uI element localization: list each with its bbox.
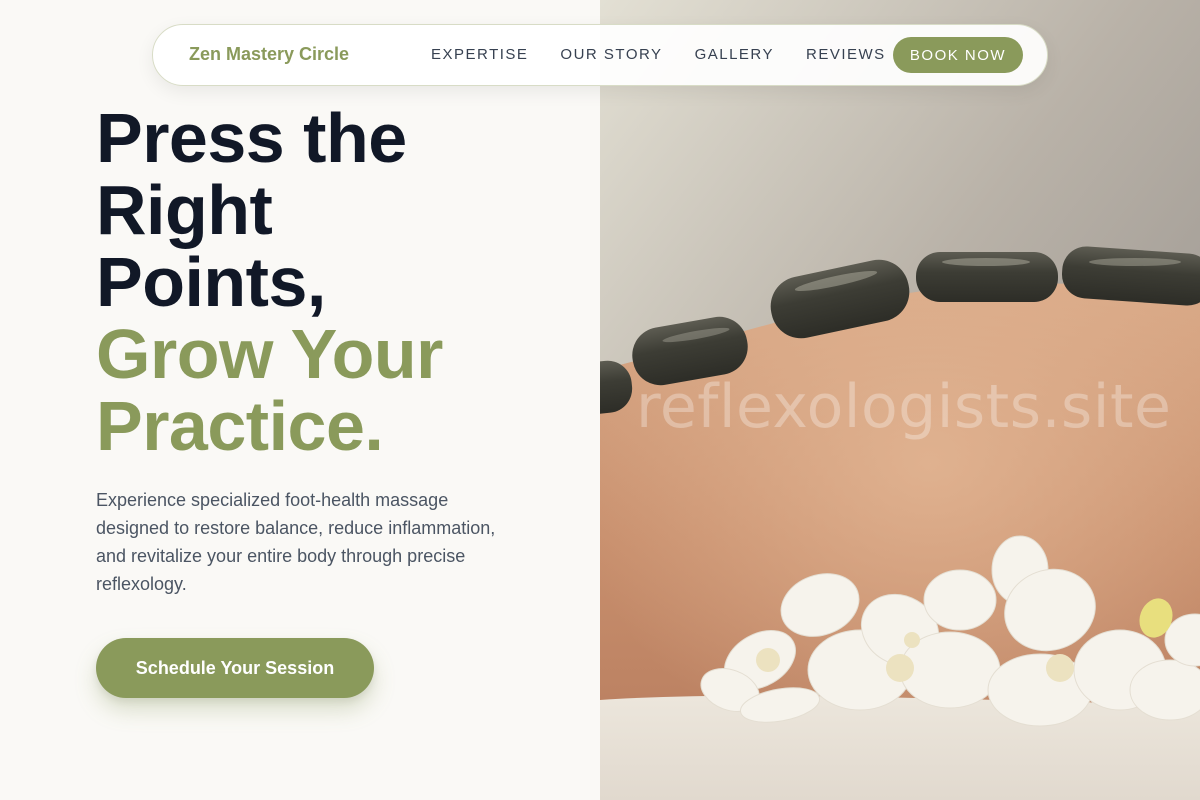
description-line: reflexology. — [96, 574, 187, 594]
hero-content: Press the Right Points, Grow Your Practi… — [0, 0, 600, 800]
description-line: and revitalize your entire body through … — [96, 546, 466, 566]
nav-link-reviews[interactable]: REVIEWS — [806, 46, 886, 63]
headline-line: Points, — [96, 243, 326, 321]
description-line: designed to restore balance, reduce infl… — [96, 518, 496, 538]
headline-line: Press the — [96, 99, 407, 177]
book-now-button[interactable]: BOOK NOW — [893, 37, 1023, 73]
hot-stone-massage-photo — [600, 0, 1200, 800]
hero-headline: Press the Right Points, Grow Your Practi… — [96, 102, 443, 462]
headline-line: Right — [96, 171, 273, 249]
nav-link-gallery[interactable]: GALLERY — [695, 46, 774, 63]
brand-logo-text[interactable]: Zen Mastery Circle — [189, 44, 349, 65]
hero-description: Experience specialized foot-health massa… — [96, 486, 516, 598]
description-line: Experience specialized foot-health massa… — [96, 490, 449, 510]
schedule-session-button[interactable]: Schedule Your Session — [96, 638, 374, 698]
headline-accent-line: Grow Your — [96, 315, 443, 393]
hero-image: reflexologists.site — [600, 0, 1200, 800]
top-navigation: Zen Mastery Circle EXPERTISE OUR STORY G… — [152, 24, 1048, 86]
headline-accent-line: Practice. — [96, 387, 384, 465]
nav-links: EXPERTISE OUR STORY GALLERY REVIEWS — [431, 46, 886, 63]
nav-link-our-story[interactable]: OUR STORY — [560, 46, 662, 63]
nav-link-expertise[interactable]: EXPERTISE — [431, 46, 528, 63]
